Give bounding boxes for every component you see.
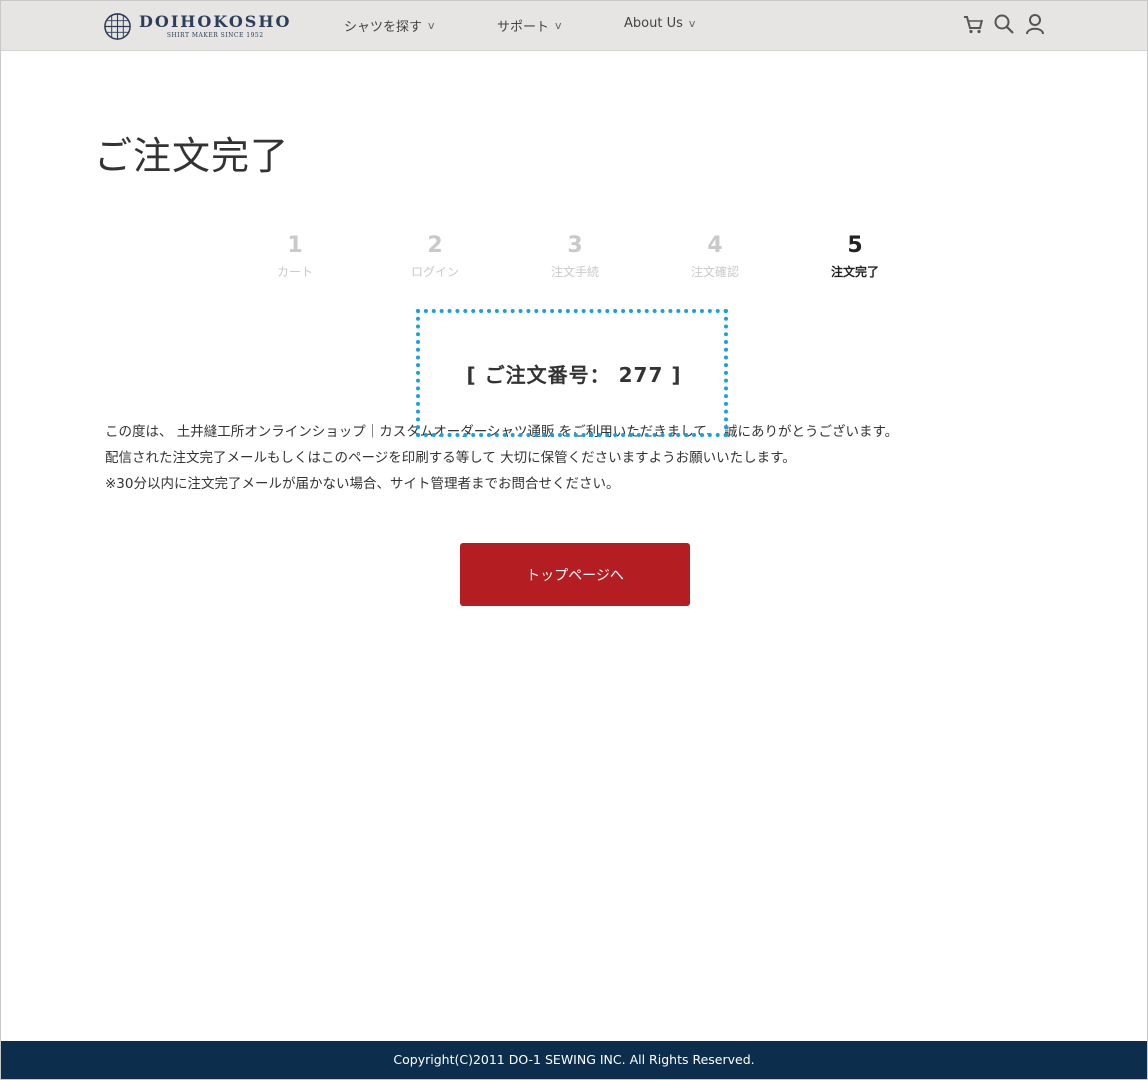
page-title: ご注文完了 [94,134,290,178]
step-label: カート [276,265,313,279]
step-label: 注文完了 [830,265,879,279]
chevron-down-icon: v [428,19,435,32]
chevron-down-icon: v [555,19,562,32]
nav-item-find-shirts[interactable]: シャツを探す v [344,16,435,35]
step-label: ログイン [410,265,459,279]
order-number: [ ご注文番号： 277] [1,359,1147,388]
user-icon[interactable] [1024,13,1046,35]
step-label: 注文確認 [690,265,739,279]
copyright-text: Copyright(C)2011 DO-1 SEWING INC. All Ri… [393,1052,755,1067]
step-number: 3 [567,233,583,258]
order-bracket-open: [ [466,363,477,387]
step-order-confirm: 4 注文確認 [665,233,765,280]
nav-item-label: シャツを探す [344,20,423,35]
step-number: 2 [427,233,443,258]
order-bracket-close: ] [671,363,682,387]
site-header: DOIHOKOSHO SHIRT MAKER SINCE 1952 シャツを探す… [1,1,1147,51]
message-line: ※30分以内に注文完了メールが届かない場合、サイト管理者までお問合せください。 [105,476,620,492]
page-frame: DOIHOKOSHO SHIRT MAKER SINCE 1952 シャツを探す… [0,0,1148,1080]
order-number-value: 277 [618,363,664,387]
step-order-complete: 5 注文完了 [805,233,905,280]
step-label: 注文手続 [550,265,599,279]
site-footer: Copyright(C)2011 DO-1 SEWING INC. All Ri… [1,1041,1147,1079]
cart-icon[interactable] [962,13,984,35]
top-page-button[interactable]: トップページへ [460,543,690,606]
site-logo[interactable]: DOIHOKOSHO SHIRT MAKER SINCE 1952 [103,10,291,42]
step-login: 2 ログイン [385,233,485,280]
step-number: 4 [707,233,723,258]
message-line: 配信された注文完了メールもしくはこのページを印刷する等して 大切に保管くださいま… [105,450,796,466]
search-icon[interactable] [993,13,1015,35]
step-number: 5 [847,233,863,258]
step-number: 1 [287,233,303,258]
logo-name: DOIHOKOSHO [139,11,292,31]
message-line: この度は、 土井縫工所オンラインショップ｜カスタムオーダーシャツ通販 をご利用い… [105,424,899,440]
nav-item-label: About Us [624,16,683,31]
step-order-procedure: 3 注文手続 [525,233,625,280]
globe-logo-icon [104,12,131,40]
logo-tagline: SHIRT MAKER SINCE 1952 [166,31,264,39]
thank-you-message: この度は、 土井縫工所オンラインショップ｜カスタムオーダーシャツ通販 をご利用い… [105,419,898,497]
step-cart: 1 カート [245,233,345,280]
order-number-label: ご注文番号： [484,363,611,387]
nav-item-about-us[interactable]: About Us v [624,16,695,31]
logo-text: DOIHOKOSHO SHIRT MAKER SINCE 1952 [139,11,292,39]
nav-item-label: サポート [497,20,550,35]
nav-item-support[interactable]: サポート v [497,16,562,35]
chevron-down-icon: v [688,17,696,30]
